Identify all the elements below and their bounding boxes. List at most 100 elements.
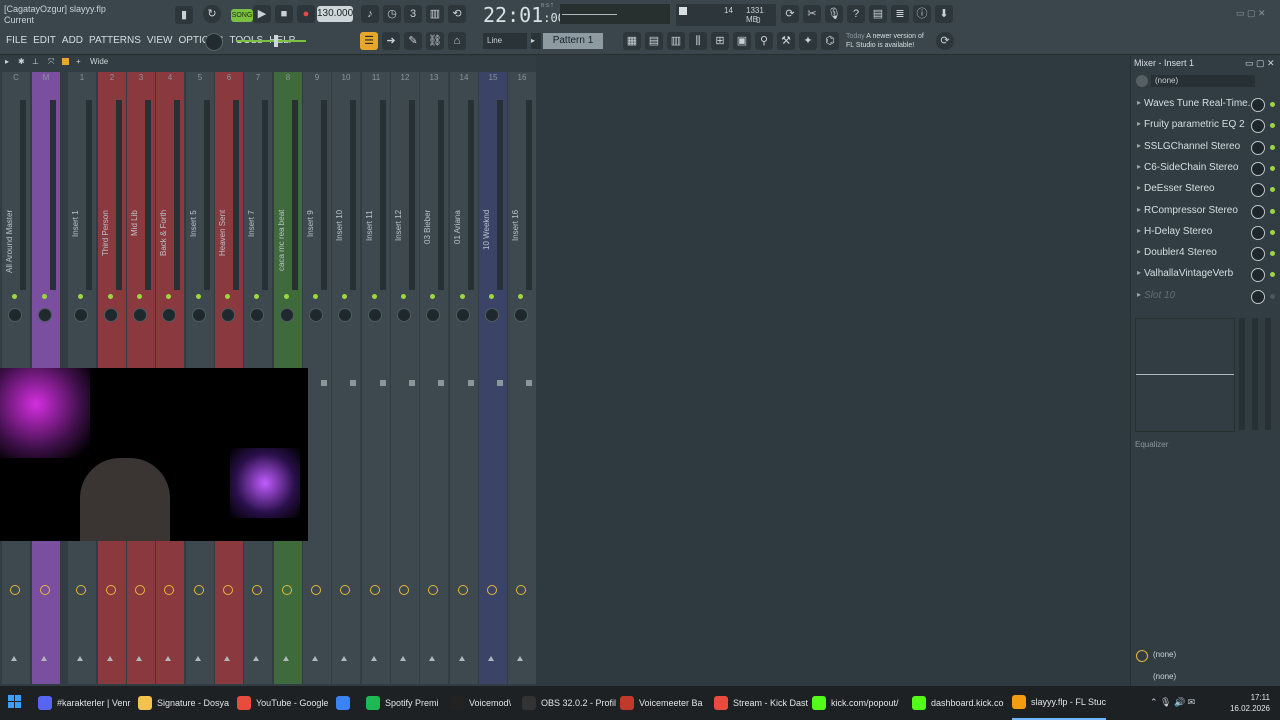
route-arrow-icon[interactable]: [371, 656, 377, 661]
effect-slot[interactable]: ▸ DeEsser Stereo: [1134, 180, 1275, 200]
route-arrow-icon[interactable]: [107, 656, 113, 661]
mute-led[interactable]: [12, 294, 17, 299]
route-arrow-icon[interactable]: [253, 656, 259, 661]
route-arrow-icon[interactable]: [283, 656, 289, 661]
slot-enable-led[interactable]: [1270, 208, 1275, 214]
slot-arrow-icon[interactable]: ▸: [1137, 183, 1141, 192]
mute-led[interactable]: [108, 294, 113, 299]
taskbar-app[interactable]: Stream - Kick Dast: [714, 686, 808, 720]
output-select-1[interactable]: (none): [1153, 650, 1176, 659]
route-arrow-icon[interactable]: [41, 656, 47, 661]
taskbar-app[interactable]: #karakterler | Venr: [38, 686, 130, 720]
send-knob[interactable]: [223, 585, 233, 595]
output-select-2[interactable]: (none): [1153, 672, 1176, 681]
volume-fader[interactable]: [497, 380, 503, 386]
tools-icon[interactable]: ⚒: [777, 32, 795, 50]
taskbar-app[interactable]: dashboard.kick.co: [912, 686, 1004, 720]
slot-mix-knob[interactable]: [1251, 225, 1265, 240]
tempo-display[interactable]: 130.000: [317, 6, 353, 22]
route-arrow-icon[interactable]: [400, 656, 406, 661]
pan-knob[interactable]: [133, 308, 147, 322]
slot-arrow-icon[interactable]: ▸: [1137, 162, 1141, 171]
pan-knob[interactable]: [250, 308, 264, 322]
news-panel[interactable]: Today A newer version of FL Studio is av…: [846, 32, 924, 50]
menu-add[interactable]: ADD: [59, 30, 86, 52]
pan-knob[interactable]: [221, 308, 235, 322]
slot-arrow-icon[interactable]: ▸: [1137, 268, 1141, 277]
route-arrow-icon[interactable]: [224, 656, 230, 661]
track-name[interactable]: Insert 5: [189, 210, 203, 290]
pan-knob[interactable]: [74, 308, 88, 322]
slot-mix-knob[interactable]: [1251, 98, 1265, 112]
tag-icon[interactable]: ✦: [799, 32, 817, 50]
effect-slot[interactable]: ▸ C6-SideChain Stereo: [1134, 159, 1275, 179]
send-knob[interactable]: [10, 585, 20, 595]
send-knob[interactable]: [40, 585, 50, 595]
send-knob[interactable]: [282, 585, 292, 595]
undo-circle-icon[interactable]: ↻: [203, 5, 221, 23]
slot-arrow-icon[interactable]: ▸: [1137, 98, 1141, 107]
microphone-icon[interactable]: 🎙: [825, 5, 843, 23]
route-arrow-icon[interactable]: [429, 656, 435, 661]
effect-slot[interactable]: ▸ ValhallaVintageVerb: [1134, 265, 1275, 285]
mute-led[interactable]: [342, 294, 347, 299]
track-name[interactable]: Insert 10: [335, 210, 349, 290]
send-knob[interactable]: [399, 585, 409, 595]
record-icon[interactable]: ●: [297, 5, 315, 23]
slot-mix-knob[interactable]: [1251, 247, 1265, 262]
send-knob[interactable]: [76, 585, 86, 595]
send-knob[interactable]: [135, 585, 145, 595]
slot-enable-led[interactable]: [1270, 229, 1275, 235]
taskbar-app[interactable]: kick.com/popout/: [812, 686, 899, 720]
mixer-view-label[interactable]: Wide: [90, 57, 108, 66]
download-icon[interactable]: ⬇: [935, 5, 953, 23]
track-name[interactable]: 03 Bieber: [423, 210, 437, 290]
step-sequencer-icon[interactable]: ▤: [645, 32, 663, 50]
track-name[interactable]: 01 Ariana: [453, 210, 467, 290]
send-knob[interactable]: [458, 585, 468, 595]
pencil-icon[interactable]: ✎: [404, 32, 422, 50]
slot-mix-knob[interactable]: [1251, 183, 1265, 198]
pan-knob[interactable]: [8, 308, 22, 322]
link-icon[interactable]: ⛓: [426, 32, 444, 50]
track-name[interactable]: Mid Lib: [130, 210, 144, 290]
eq-band-1[interactable]: [1239, 318, 1245, 430]
step-edit-icon[interactable]: ▥: [426, 5, 444, 23]
mute-led[interactable]: [254, 294, 259, 299]
volume-fader[interactable]: [321, 380, 327, 386]
slot-arrow-icon[interactable]: ▸: [1137, 290, 1141, 299]
taskbar-app[interactable]: OBS 32.0.2 - Profil: [522, 686, 616, 720]
slot-enable-led[interactable]: [1270, 102, 1275, 107]
slot-mix-knob[interactable]: [1251, 204, 1265, 219]
track-name[interactable]: All Around Master: [5, 210, 19, 290]
update-icon[interactable]: ⟳: [936, 32, 954, 50]
pan-knob[interactable]: [162, 308, 176, 322]
track-name[interactable]: Heaven Sent: [218, 210, 232, 290]
send-knob[interactable]: [487, 585, 497, 595]
track-name[interactable]: Insert 11: [365, 210, 379, 290]
send-knob[interactable]: [516, 585, 526, 595]
effect-slot[interactable]: ▸ Fruity parametric EQ 2: [1134, 116, 1275, 136]
track-name[interactable]: Insert 7: [247, 210, 261, 290]
info-icon[interactable]: ⓘ: [913, 5, 931, 23]
wait-input-icon[interactable]: ◷: [383, 5, 401, 23]
mixer-menu-arrow-icon[interactable]: ▸: [5, 57, 9, 66]
refresh-icon[interactable]: ⟳: [781, 5, 799, 23]
effect-slot[interactable]: ▸ SSLGChannel Stereo: [1134, 138, 1275, 158]
track-name[interactable]: Back & Forth: [159, 210, 173, 290]
slot-enable-led[interactable]: [1270, 144, 1275, 150]
mute-led[interactable]: [78, 294, 83, 299]
menu-file[interactable]: FILE: [3, 30, 30, 52]
mixer-tool-icon[interactable]: ✱: [18, 57, 25, 66]
effect-slot[interactable]: ▸ RCompressor Stereo: [1134, 202, 1275, 222]
eq-band-2[interactable]: [1252, 318, 1258, 430]
cut-icon[interactable]: ✂: [803, 5, 821, 23]
mute-led[interactable]: [284, 294, 289, 299]
mute-led[interactable]: [137, 294, 142, 299]
pan-knob[interactable]: [280, 308, 294, 322]
master-pitch-slider[interactable]: [236, 35, 306, 47]
track-name[interactable]: caca mc rea beat: [277, 210, 291, 290]
slot-mix-knob[interactable]: [1251, 161, 1265, 176]
mixer-add-icon[interactable]: +: [76, 57, 81, 66]
mute-led[interactable]: [166, 294, 171, 299]
